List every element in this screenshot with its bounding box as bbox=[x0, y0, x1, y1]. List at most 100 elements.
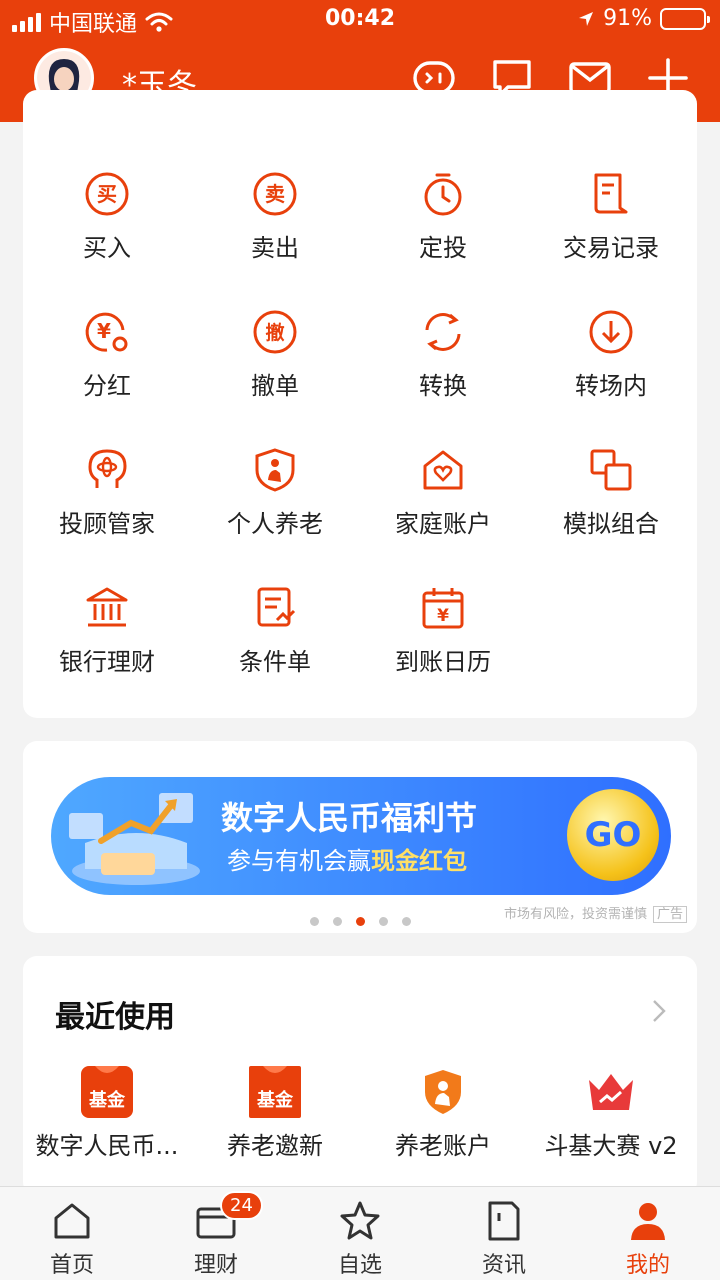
buy-icon: 买 bbox=[85, 172, 129, 216]
calendar-icon: ¥ bbox=[422, 588, 464, 629]
recent-item[interactable]: 斗基大赛 v2 bbox=[527, 1064, 695, 1161]
tab-home[interactable]: 首页 bbox=[0, 1199, 144, 1279]
svg-text:¥: ¥ bbox=[437, 606, 449, 626]
risk-text: 市场有风险，投资需谨慎 bbox=[503, 907, 647, 922]
bank-icon bbox=[86, 587, 128, 627]
svg-text:¥: ¥ bbox=[97, 319, 111, 343]
status-right: 91% bbox=[577, 6, 710, 31]
condition-order-icon bbox=[257, 587, 296, 627]
chevron-right-icon[interactable] bbox=[651, 998, 667, 1024]
quick-sell[interactable]: 卖 卖出 bbox=[191, 170, 359, 280]
carousel-dot-active[interactable] bbox=[355, 917, 365, 926]
quick-label: 转场内 bbox=[575, 372, 647, 400]
quick-portfolio[interactable]: 模拟组合 bbox=[527, 446, 695, 556]
quick-cancel-order[interactable]: 撤 撤单 bbox=[191, 308, 359, 418]
tab-label: 理财 bbox=[193, 1253, 238, 1278]
carousel-dot[interactable] bbox=[401, 917, 411, 926]
cancel-order-icon: 撤 bbox=[253, 310, 297, 354]
ad-label: 广告 bbox=[652, 906, 687, 923]
quick-label: 定投 bbox=[419, 234, 467, 262]
tab-badge: 24 bbox=[220, 1191, 263, 1220]
quick-label: 银行理财 bbox=[59, 648, 155, 676]
quick-label: 转换 bbox=[419, 372, 467, 400]
svg-text:买: 买 bbox=[97, 182, 117, 206]
battery-icon bbox=[660, 7, 710, 30]
dividend-icon: ¥ bbox=[85, 312, 128, 352]
tab-wealth[interactable]: 24 理财 bbox=[144, 1191, 288, 1279]
recent-label: 斗基大赛 v2 bbox=[544, 1132, 678, 1160]
quick-bank[interactable]: 银行理财 bbox=[23, 584, 191, 694]
quick-label: 到账日历 bbox=[395, 648, 491, 676]
recent-label: 数字人民币... bbox=[35, 1132, 179, 1160]
quick-label: 买入 bbox=[83, 234, 131, 262]
quick-label: 模拟组合 bbox=[563, 510, 659, 538]
quick-condition-order[interactable]: 条件单 bbox=[191, 584, 359, 694]
status-bar: 中国联通 00:42 91% bbox=[0, 0, 720, 40]
home-icon bbox=[54, 1203, 90, 1239]
promo-banner[interactable]: 数字人民币福利节 参与有机会赢现金红包 GO bbox=[51, 777, 671, 895]
banner-subtitle-prefix: 参与有机会赢 bbox=[227, 847, 371, 875]
recent-item[interactable]: 养老账户 bbox=[359, 1064, 527, 1161]
recent-used-card: 最近使用 基金 数字人民币... 基金 养老邀新 养老账户 斗基大赛 v2 bbox=[23, 956, 697, 1196]
portfolio-icon bbox=[590, 449, 632, 491]
recent-title: 最近使用 bbox=[55, 1000, 175, 1035]
user-icon bbox=[631, 1203, 665, 1240]
promo-banner-card: 数字人民币福利节 参与有机会赢现金红包 GO 市场有风险，投资需谨慎 广告 bbox=[23, 741, 697, 933]
fund-icon: 基金 bbox=[249, 1066, 301, 1118]
quick-family[interactable]: 家庭账户 bbox=[359, 446, 527, 556]
go-button[interactable]: GO bbox=[567, 789, 659, 881]
tab-label: 首页 bbox=[49, 1253, 94, 1278]
recent-label: 养老账户 bbox=[395, 1132, 491, 1160]
banner-subtitle: 参与有机会赢现金红包 bbox=[227, 841, 467, 876]
tab-news[interactable]: 资讯 bbox=[432, 1199, 576, 1279]
banner-subtitle-highlight: 现金红包 bbox=[371, 847, 467, 875]
quick-dividend[interactable]: ¥ 分红 bbox=[23, 308, 191, 418]
record-icon bbox=[594, 173, 628, 214]
quick-advisor[interactable]: 投顾管家 bbox=[23, 446, 191, 556]
quick-label: 家庭账户 bbox=[395, 510, 491, 538]
carousel-dot[interactable] bbox=[332, 917, 342, 926]
carousel-dot[interactable] bbox=[309, 917, 319, 926]
tab-label: 我的 bbox=[625, 1253, 670, 1278]
quick-fixed-invest[interactable]: 定投 bbox=[359, 170, 527, 280]
pension-shield-icon bbox=[425, 1070, 461, 1114]
svg-text:撤: 撤 bbox=[265, 321, 284, 344]
carousel-dot[interactable] bbox=[378, 917, 388, 926]
quick-buy[interactable]: 买 买入 bbox=[23, 170, 191, 280]
recent-label: 养老邀新 bbox=[227, 1132, 323, 1160]
star-icon bbox=[340, 1201, 380, 1240]
fund-icon-text: 基金 bbox=[256, 1089, 294, 1111]
recent-item[interactable]: 基金 养老邀新 bbox=[191, 1064, 359, 1161]
location-icon bbox=[579, 11, 594, 26]
quick-label: 分红 bbox=[83, 372, 131, 400]
svg-text:卖: 卖 bbox=[265, 182, 285, 206]
quick-trade-record[interactable]: 交易记录 bbox=[527, 170, 695, 280]
tab-watchlist[interactable]: 自选 bbox=[288, 1199, 432, 1279]
quick-label: 个人养老 bbox=[227, 510, 323, 538]
chart-illustration-icon bbox=[69, 793, 200, 885]
sell-icon: 卖 bbox=[253, 172, 297, 216]
switch-icon bbox=[425, 313, 461, 351]
crown-icon bbox=[589, 1074, 633, 1110]
news-icon bbox=[488, 1201, 520, 1241]
quick-label: 交易记录 bbox=[563, 234, 659, 262]
battery-percent: 91% bbox=[603, 6, 652, 31]
tab-label: 资讯 bbox=[481, 1253, 526, 1278]
quick-pension[interactable]: 个人养老 bbox=[191, 446, 359, 556]
quick-label: 投顾管家 bbox=[59, 510, 155, 538]
fund-icon-text: 基金 bbox=[88, 1089, 126, 1111]
family-icon bbox=[423, 450, 463, 490]
fund-icon: 基金 bbox=[81, 1066, 133, 1118]
quick-label: 卖出 bbox=[251, 234, 299, 262]
recent-item[interactable]: 基金 数字人民币... bbox=[23, 1064, 191, 1161]
tab-me[interactable]: 我的 bbox=[576, 1199, 720, 1279]
pension-icon bbox=[255, 448, 295, 492]
quick-calendar[interactable]: ¥ 到账日历 bbox=[359, 584, 527, 694]
transfer-icon bbox=[589, 310, 633, 354]
quick-label: 撤单 bbox=[251, 372, 299, 400]
quick-transfer-in[interactable]: 转场内 bbox=[527, 308, 695, 418]
tab-label: 自选 bbox=[337, 1253, 382, 1278]
quick-switch[interactable]: 转换 bbox=[359, 308, 527, 418]
quick-label: 条件单 bbox=[239, 648, 311, 676]
banner-title: 数字人民币福利节 bbox=[221, 799, 478, 837]
